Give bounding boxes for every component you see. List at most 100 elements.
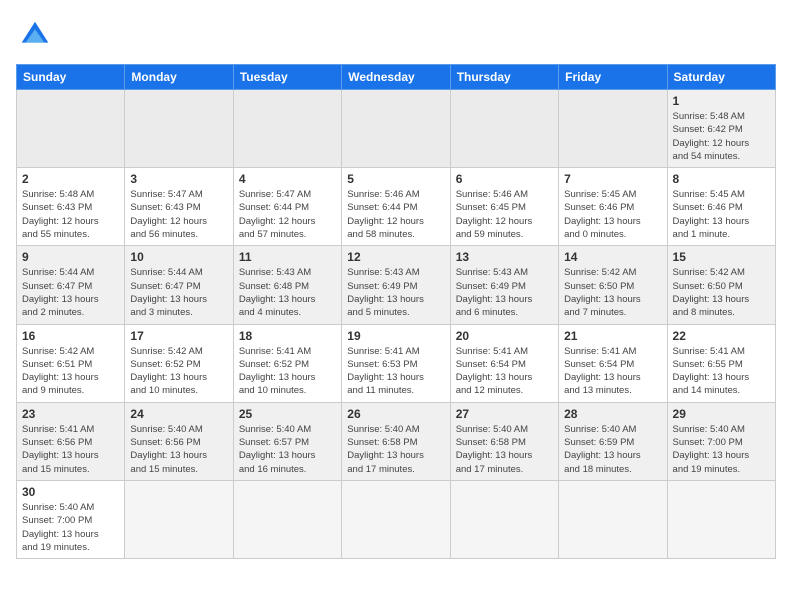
day-info: Sunrise: 5:42 AM Sunset: 6:50 PM Dayligh… — [564, 266, 661, 319]
day-number: 4 — [239, 172, 336, 186]
day-number: 6 — [456, 172, 553, 186]
calendar-week-row: 2 Sunrise: 5:48 AM Sunset: 6:43 PM Daylig… — [17, 168, 776, 246]
calendar-cell: 19 Sunrise: 5:41 AM Sunset: 6:53 PM Dayli… — [342, 324, 450, 402]
day-number: 10 — [130, 250, 227, 264]
day-info: Sunrise: 5:42 AM Sunset: 6:51 PM Dayligh… — [22, 345, 119, 398]
day-number: 12 — [347, 250, 444, 264]
day-number: 18 — [239, 329, 336, 343]
day-number: 19 — [347, 329, 444, 343]
weekday-header: Sunday — [17, 65, 125, 90]
calendar-cell — [233, 480, 341, 558]
calendar-cell: 5Sunrise: 5:46 AM Sunset: 6:44 PM Daylig… — [342, 168, 450, 246]
day-number: 25 — [239, 407, 336, 421]
day-info: Sunrise: 5:41 AM Sunset: 6:56 PM Dayligh… — [22, 423, 119, 476]
calendar-cell: 20Sunrise: 5:41 AM Sunset: 6:54 PM Dayli… — [450, 324, 558, 402]
calendar-cell — [559, 90, 667, 168]
calendar-week-row: 9 Sunrise: 5:44 AM Sunset: 6:47 PM Daylig… — [17, 246, 776, 324]
day-info: Sunrise: 5:40 AM Sunset: 6:58 PM Dayligh… — [347, 423, 444, 476]
calendar-cell: 15 Sunrise: 5:42 AM Sunset: 6:50 PM Dayli… — [667, 246, 775, 324]
calendar: SundayMondayTuesdayWednesdayThursdayFrid… — [16, 64, 776, 559]
weekday-header: Saturday — [667, 65, 775, 90]
calendar-week-row: 30 Sunrise: 5:40 AM Sunset: 7:00 PM Dayli… — [17, 480, 776, 558]
day-info: Sunrise: 5:40 AM Sunset: 7:00 PM Dayligh… — [673, 423, 770, 476]
day-info: Sunrise: 5:48 AM Sunset: 6:43 PM Dayligh… — [22, 188, 119, 241]
calendar-cell: 2 Sunrise: 5:48 AM Sunset: 6:43 PM Daylig… — [17, 168, 125, 246]
day-number: 22 — [673, 329, 770, 343]
calendar-cell — [342, 90, 450, 168]
header — [16, 16, 776, 54]
calendar-cell: 22 Sunrise: 5:41 AM Sunset: 6:55 PM Dayli… — [667, 324, 775, 402]
calendar-cell: 17 Sunrise: 5:42 AM Sunset: 6:52 PM Dayli… — [125, 324, 233, 402]
calendar-cell — [450, 90, 558, 168]
day-info: Sunrise: 5:47 AM Sunset: 6:43 PM Dayligh… — [130, 188, 227, 241]
day-number: 27 — [456, 407, 553, 421]
calendar-cell: 8 Sunrise: 5:45 AM Sunset: 6:46 PM Daylig… — [667, 168, 775, 246]
day-number: 11 — [239, 250, 336, 264]
calendar-cell: 6 Sunrise: 5:46 AM Sunset: 6:45 PM Daylig… — [450, 168, 558, 246]
calendar-cell: 3 Sunrise: 5:47 AM Sunset: 6:43 PM Daylig… — [125, 168, 233, 246]
day-number: 1 — [673, 94, 770, 108]
day-info: Sunrise: 5:40 AM Sunset: 7:00 PM Dayligh… — [22, 501, 119, 554]
calendar-cell — [125, 90, 233, 168]
day-number: 9 — [22, 250, 119, 264]
day-info: Sunrise: 5:43 AM Sunset: 6:49 PM Dayligh… — [347, 266, 444, 319]
day-info: Sunrise: 5:42 AM Sunset: 6:52 PM Dayligh… — [130, 345, 227, 398]
day-info: Sunrise: 5:45 AM Sunset: 6:46 PM Dayligh… — [564, 188, 661, 241]
calendar-cell: 30 Sunrise: 5:40 AM Sunset: 7:00 PM Dayli… — [17, 480, 125, 558]
weekday-header: Wednesday — [342, 65, 450, 90]
calendar-cell — [559, 480, 667, 558]
day-info: Sunrise: 5:44 AM Sunset: 6:47 PM Dayligh… — [130, 266, 227, 319]
day-number: 3 — [130, 172, 227, 186]
day-number: 15 — [673, 250, 770, 264]
calendar-cell: 16 Sunrise: 5:42 AM Sunset: 6:51 PM Dayli… — [17, 324, 125, 402]
calendar-cell: 18 Sunrise: 5:41 AM Sunset: 6:52 PM Dayli… — [233, 324, 341, 402]
day-info: Sunrise: 5:42 AM Sunset: 6:50 PM Dayligh… — [673, 266, 770, 319]
day-number: 28 — [564, 407, 661, 421]
day-info: Sunrise: 5:41 AM Sunset: 6:54 PM Dayligh… — [564, 345, 661, 398]
calendar-cell: 21 Sunrise: 5:41 AM Sunset: 6:54 PM Dayli… — [559, 324, 667, 402]
calendar-cell: 29 Sunrise: 5:40 AM Sunset: 7:00 PM Dayli… — [667, 402, 775, 480]
calendar-cell: 9 Sunrise: 5:44 AM Sunset: 6:47 PM Daylig… — [17, 246, 125, 324]
calendar-cell: 24Sunrise: 5:40 AM Sunset: 6:56 PM Dayli… — [125, 402, 233, 480]
day-number: 13 — [456, 250, 553, 264]
day-number: 24 — [130, 407, 227, 421]
day-info: Sunrise: 5:47 AM Sunset: 6:44 PM Dayligh… — [239, 188, 336, 241]
weekday-header: Thursday — [450, 65, 558, 90]
day-number: 21 — [564, 329, 661, 343]
logo-icon — [16, 16, 54, 54]
day-number: 2 — [22, 172, 119, 186]
day-info: Sunrise: 5:43 AM Sunset: 6:49 PM Dayligh… — [456, 266, 553, 319]
calendar-cell: 14 Sunrise: 5:42 AM Sunset: 6:50 PM Dayli… — [559, 246, 667, 324]
day-info: Sunrise: 5:41 AM Sunset: 6:52 PM Dayligh… — [239, 345, 336, 398]
day-number: 30 — [22, 485, 119, 499]
day-number: 8 — [673, 172, 770, 186]
calendar-cell: 11 Sunrise: 5:43 AM Sunset: 6:48 PM Dayli… — [233, 246, 341, 324]
day-info: Sunrise: 5:43 AM Sunset: 6:48 PM Dayligh… — [239, 266, 336, 319]
day-number: 17 — [130, 329, 227, 343]
day-info: Sunrise: 5:45 AM Sunset: 6:46 PM Dayligh… — [673, 188, 770, 241]
calendar-cell: 13 Sunrise: 5:43 AM Sunset: 6:49 PM Dayli… — [450, 246, 558, 324]
calendar-header-row: SundayMondayTuesdayWednesdayThursdayFrid… — [17, 65, 776, 90]
day-number: 5 — [347, 172, 444, 186]
day-number: 29 — [673, 407, 770, 421]
day-info: Sunrise: 5:40 AM Sunset: 6:58 PM Dayligh… — [456, 423, 553, 476]
calendar-cell — [17, 90, 125, 168]
calendar-cell — [233, 90, 341, 168]
calendar-week-row: 23Sunrise: 5:41 AM Sunset: 6:56 PM Dayli… — [17, 402, 776, 480]
calendar-cell: 7Sunrise: 5:45 AM Sunset: 6:46 PM Daylig… — [559, 168, 667, 246]
calendar-cell: 27 Sunrise: 5:40 AM Sunset: 6:58 PM Dayli… — [450, 402, 558, 480]
day-number: 14 — [564, 250, 661, 264]
day-info: Sunrise: 5:41 AM Sunset: 6:55 PM Dayligh… — [673, 345, 770, 398]
page: SundayMondayTuesdayWednesdayThursdayFrid… — [0, 0, 792, 569]
weekday-header: Tuesday — [233, 65, 341, 90]
logo — [16, 16, 58, 54]
calendar-cell — [342, 480, 450, 558]
day-number: 16 — [22, 329, 119, 343]
calendar-cell: 12 Sunrise: 5:43 AM Sunset: 6:49 PM Dayli… — [342, 246, 450, 324]
calendar-cell — [667, 480, 775, 558]
day-info: Sunrise: 5:44 AM Sunset: 6:47 PM Dayligh… — [22, 266, 119, 319]
day-number: 20 — [456, 329, 553, 343]
day-info: Sunrise: 5:46 AM Sunset: 6:45 PM Dayligh… — [456, 188, 553, 241]
day-info: Sunrise: 5:41 AM Sunset: 6:53 PM Dayligh… — [347, 345, 444, 398]
day-info: Sunrise: 5:40 AM Sunset: 6:59 PM Dayligh… — [564, 423, 661, 476]
